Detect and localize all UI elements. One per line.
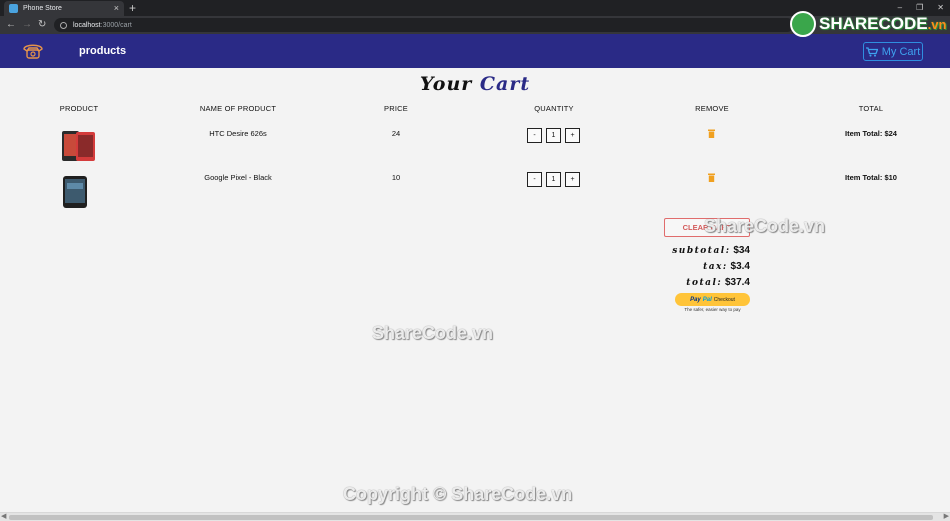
subtotal-value: $34 (733, 245, 750, 256)
horizontal-scrollbar[interactable]: ◀ ▶ (0, 512, 950, 521)
page-title: Your Cart (0, 73, 950, 95)
forward-arrow-icon[interactable]: → (22, 18, 32, 32)
watermark-text: ShareCode.vn (372, 323, 494, 343)
subtotal-label: subtotal: (672, 246, 731, 256)
total-line: total: $37.4 (686, 277, 750, 288)
phone-icon[interactable] (22, 42, 44, 60)
paypal-checkout-button[interactable]: Pay Pal Checkout (675, 293, 750, 306)
item-name: HTC Desire 626s (209, 129, 267, 138)
decrement-button[interactable]: - (527, 172, 542, 187)
item-price: 24 (391, 129, 401, 138)
item-name: Google Pixel - Black (204, 173, 272, 182)
nav-products-link[interactable]: products (79, 45, 126, 57)
browser-tab[interactable]: Phone Store × (4, 1, 124, 16)
favicon-icon (9, 4, 18, 13)
url-host: localhost (73, 21, 101, 29)
paypal-mark-pal: Pal (702, 296, 712, 303)
paypal-tagline: The safer, easier way to pay (684, 307, 741, 312)
my-cart-label: My Cart (881, 45, 921, 58)
column-header-name: NAME OF PRODUCT (199, 104, 277, 113)
scrollbar-thumb[interactable] (9, 515, 933, 520)
back-arrow-icon[interactable]: ← (6, 18, 16, 32)
increment-button[interactable]: + (565, 128, 580, 143)
url-path: :3000/cart (100, 21, 132, 29)
product-image-pixel (63, 176, 87, 208)
sharecode-logo-text: SHARECODE.vn (819, 14, 947, 33)
quantity-value: 1 (546, 128, 561, 143)
info-icon (60, 21, 67, 29)
tax-line: tax: $3.4 (703, 261, 750, 272)
paypal-mark-pay: Pay (690, 296, 701, 303)
sharecode-logo: SHARECODE.vn (790, 10, 946, 38)
title-word-your: Your (419, 73, 473, 95)
trash-icon[interactable] (708, 129, 715, 138)
sharecode-logo-icon (790, 11, 816, 37)
subtotal-line: subtotal: $34 (672, 245, 750, 256)
watermark-text: ShareCode.vn (704, 216, 826, 236)
column-header-total: TOTAL (858, 104, 884, 113)
total-label: total: (686, 278, 723, 288)
column-header-product: PRODUCT (59, 104, 99, 113)
column-header-price: PRICE (384, 104, 408, 113)
item-total: Item Total: $24 (845, 129, 897, 138)
url-input[interactable]: localhost:3000/cart (54, 18, 794, 32)
paypal-checkout-label: Checkout (713, 296, 735, 303)
scroll-left-icon[interactable]: ◀ (1, 513, 6, 521)
tab-close-icon[interactable]: × (114, 4, 119, 13)
site-navbar: products My Cart (0, 34, 950, 68)
copyright-watermark: Copyright © ShareCode.vn (343, 484, 573, 504)
column-header-quantity: QUANTITY (534, 104, 574, 113)
reload-icon[interactable]: ↻ (38, 18, 46, 32)
new-tab-button[interactable]: + (129, 1, 136, 15)
column-header-remove: REMOVE (695, 104, 729, 113)
trash-icon[interactable] (708, 173, 715, 182)
item-price: 10 (391, 173, 401, 182)
tax-value: $3.4 (730, 261, 750, 272)
increment-button[interactable]: + (565, 172, 580, 187)
total-value: $37.4 (724, 277, 750, 288)
tab-title: Phone Store (23, 5, 62, 12)
my-cart-button[interactable]: My Cart (863, 42, 923, 61)
tax-label: tax: (703, 262, 728, 272)
decrement-button[interactable]: - (527, 128, 542, 143)
quantity-value: 1 (546, 172, 561, 187)
cart-icon (865, 46, 878, 57)
scroll-right-icon[interactable]: ▶ (944, 513, 949, 521)
item-total: Item Total: $10 (845, 173, 897, 182)
product-image-htc (62, 131, 95, 161)
title-word-cart: Cart (479, 73, 531, 95)
